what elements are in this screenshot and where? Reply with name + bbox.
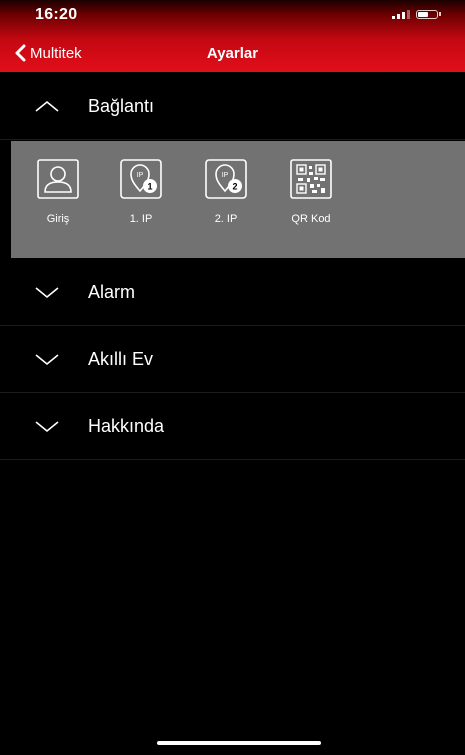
ip2-tile[interactable]: IP 2 2. IP [196,159,256,225]
section-baglanti[interactable]: Bağlantı [0,73,465,140]
section-label: Bağlantı [88,95,155,116]
section-label: Akıllı Ev [88,348,154,369]
chevron-up-icon [35,100,59,112]
section-label: Alarm [88,281,136,302]
ip-1-icon: IP 1 [120,159,162,199]
qr-code-icon [290,159,332,199]
signal-icon [392,9,410,19]
ip-text: IP [222,172,229,179]
battery-icon [416,9,438,19]
ip-text: IP [137,172,144,179]
page-title: Ayarlar [206,45,259,62]
section-label: Hakkında [88,415,165,436]
tile-label: 2. IP [214,213,238,225]
chevron-down-icon [35,287,59,299]
tile-label: 1. IP [129,213,153,225]
home-indicator[interactable] [157,741,321,745]
chevron-down-icon [35,421,59,433]
qr-code-tile[interactable]: QR Kod [281,159,341,225]
section-akilli-ev[interactable]: Akıllı Ev [0,326,465,393]
tile-label: Giriş [46,213,70,225]
connection-panel: Giriş IP 1 1. IP IP 2 2. IP QR Kod [11,141,465,258]
header-bar: 16:20 Multitek Ayarlar [0,0,465,72]
tile-label: QR Kod [291,213,331,225]
user-icon [37,159,79,199]
ip-badge: 2 [232,182,237,192]
ip-badge: 1 [147,182,152,192]
ip1-tile[interactable]: IP 1 1. IP [111,159,171,225]
ip-2-icon: IP 2 [205,159,247,199]
status-indicators [392,9,441,19]
login-tile[interactable]: Giriş [28,159,88,225]
section-alarm[interactable]: Alarm [0,259,465,326]
section-hakkinda[interactable]: Hakkında [0,393,465,460]
battery-tip [439,12,441,16]
chevron-down-icon [35,354,59,366]
status-time: 16:20 [35,6,78,23]
